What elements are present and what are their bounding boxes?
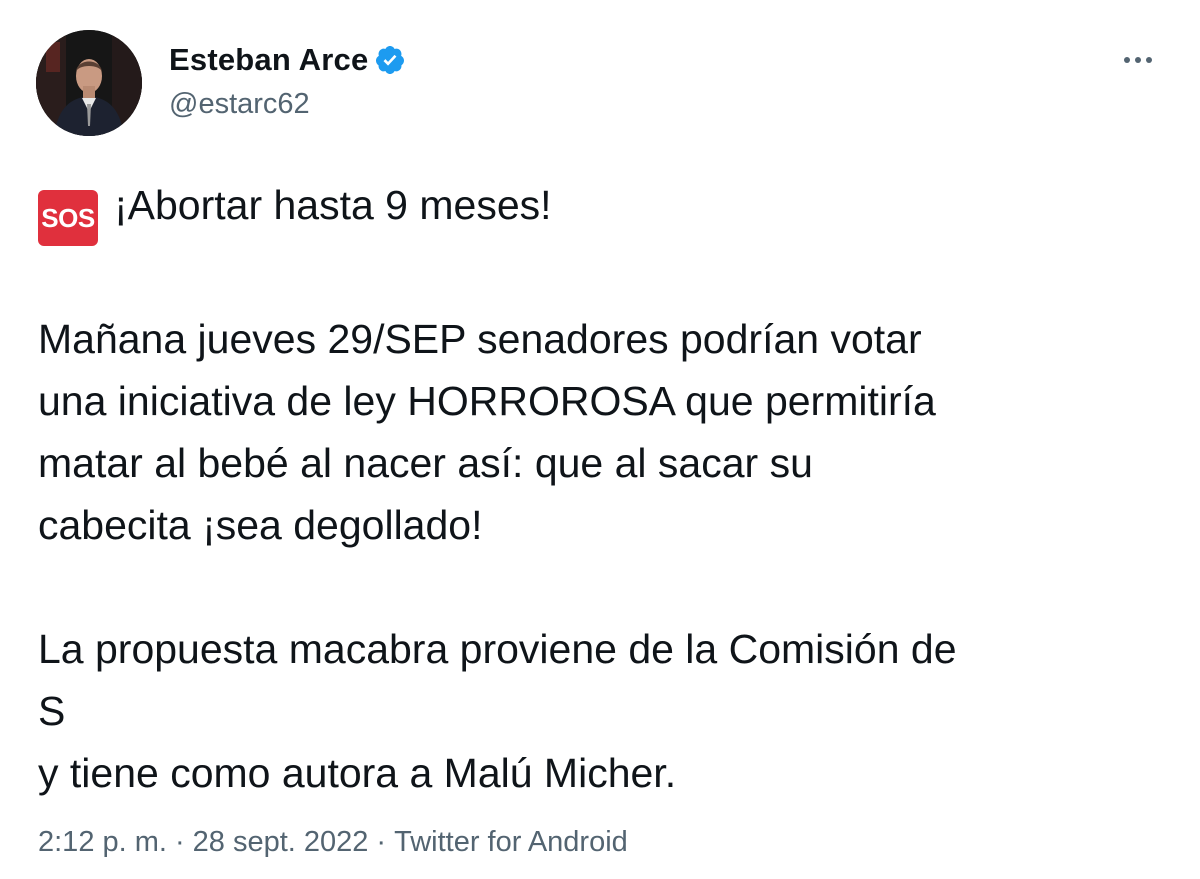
verified-badge-icon	[374, 44, 406, 76]
tweet-text: SOS ¡Abortar hasta 9 meses! Mañana jueves…	[38, 174, 1168, 804]
tweet-paragraph-3: La propuesta macabra proviene de la Comi…	[38, 626, 957, 796]
tweet-line-1: SOS ¡Abortar hasta 9 meses!	[38, 174, 1168, 246]
more-options-icon[interactable]	[1116, 42, 1160, 78]
tweet-timestamp-time[interactable]: 2:12 p. m.	[38, 826, 167, 859]
tweet-timestamp-date[interactable]: 28 sept. 2022	[193, 826, 369, 859]
avatar[interactable]	[36, 30, 142, 136]
meta-separator: ·	[376, 826, 387, 858]
author-name-row: Esteban Arce	[169, 40, 406, 80]
tweet-source-link[interactable]: Twitter for Android	[394, 826, 628, 859]
sos-emoji-icon: SOS	[38, 190, 98, 246]
author-display-name[interactable]: Esteban Arce	[169, 42, 368, 78]
person-avatar-icon	[36, 30, 142, 136]
author-handle[interactable]: @estarc62	[169, 88, 310, 121]
tweet-headline: ¡Abortar hasta 9 meses!	[114, 182, 552, 228]
tweet-card: Esteban Arce @estarc62 SOS ¡Abortar hasta…	[0, 0, 1200, 879]
tweet-paragraph-2: Mañana jueves 29/SEP senadores podrían v…	[38, 316, 936, 548]
meta-separator: ·	[174, 826, 185, 858]
tweet-metadata: 2:12 p. m. · 28 sept. 2022 · Twitter for…	[38, 826, 628, 859]
